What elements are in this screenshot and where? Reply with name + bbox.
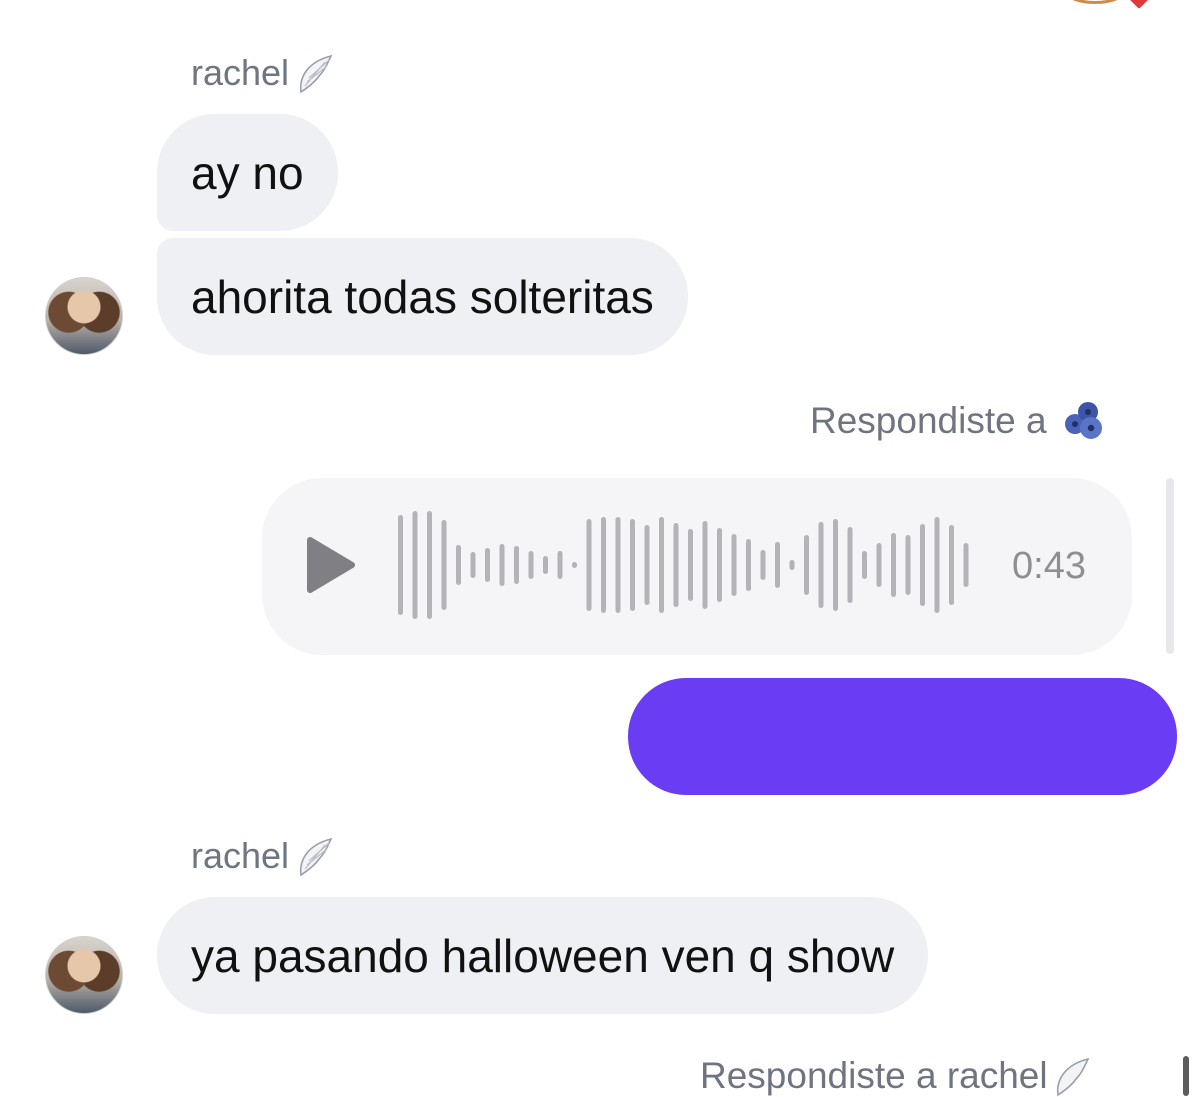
waveform-bar [586,519,592,611]
waveform-bar [905,535,911,595]
waveform-bar [528,551,534,579]
waveform-bar [514,546,519,584]
message-bubble[interactable]: ahorita todas solteritas [157,238,688,355]
scrollbar[interactable] [1183,1056,1189,1096]
reply-context: Respondiste a [810,398,1107,444]
waveform-bar [746,539,751,591]
waveform-bar [789,560,795,570]
angel-wing-icon [299,837,333,877]
waveform-bar [920,524,925,606]
message-bubble[interactable]: ya pasando halloween ven q show [157,897,929,1014]
sender-name: rachel [191,52,335,94]
waveform-bar [427,511,432,619]
waveform-bar [659,517,664,613]
avatar[interactable] [45,277,123,355]
reply-context: Respondiste a rachel [700,1055,1092,1097]
waveform-bar [949,525,954,605]
waveform-bar [499,544,505,586]
waveform-bar [644,525,650,605]
play-icon[interactable] [304,536,356,594]
waveform-bar [833,519,838,611]
waveform-bar [412,511,418,619]
waveform-bar [702,521,708,609]
message-text: ahorita todas solteritas [191,270,654,323]
waveform-bar [862,551,867,579]
waveform-bar [615,517,621,613]
waveform-bar [673,523,679,607]
waveform-bar [485,548,490,582]
waveform-bar [543,556,548,574]
message-bubble[interactable]: ay no [157,114,338,231]
waveform-bar [630,519,635,611]
waveform-bar [717,528,722,602]
outgoing-message-bubble[interactable] [628,678,1177,795]
reply-label: Respondiste a [810,400,1047,441]
angel-wing-icon [299,54,333,94]
waveform-bar [557,551,563,579]
avatar[interactable] [45,936,123,1014]
reaction-avatar-clipped [1060,0,1130,4]
audio-waveform[interactable] [396,510,976,620]
waveform-bar [441,520,447,610]
scrollbar[interactable] [1166,478,1174,654]
waveform-bar [847,527,853,603]
waveform-bar [731,534,737,596]
waveform-bar [398,515,403,615]
waveform-bar [601,517,606,613]
waveform-bar [963,543,969,587]
sender-name: rachel [191,835,335,877]
message-text: ay no [191,146,304,199]
waveform-bar [572,562,577,568]
message-text: ya pasando halloween ven q show [191,929,895,982]
waveform-bar [456,545,461,585]
waveform-bar [818,522,824,608]
blueberries-icon [1064,402,1102,439]
sender-name-text: rachel [191,52,290,93]
waveform-bar [688,529,693,601]
angel-wing-icon [1056,1057,1090,1097]
voice-duration: 0:43 [1012,545,1086,587]
waveform-bar [470,552,476,578]
waveform-bar [760,550,766,580]
heart-reaction-icon [1129,0,1149,9]
waveform-bar [804,535,809,595]
waveform-bar [891,533,896,597]
waveform-bar [775,542,780,588]
waveform-bar [934,517,940,613]
reply-label: Respondiste a rachel [700,1055,1048,1096]
sender-name-text: rachel [191,835,290,876]
waveform-bar [876,543,882,587]
